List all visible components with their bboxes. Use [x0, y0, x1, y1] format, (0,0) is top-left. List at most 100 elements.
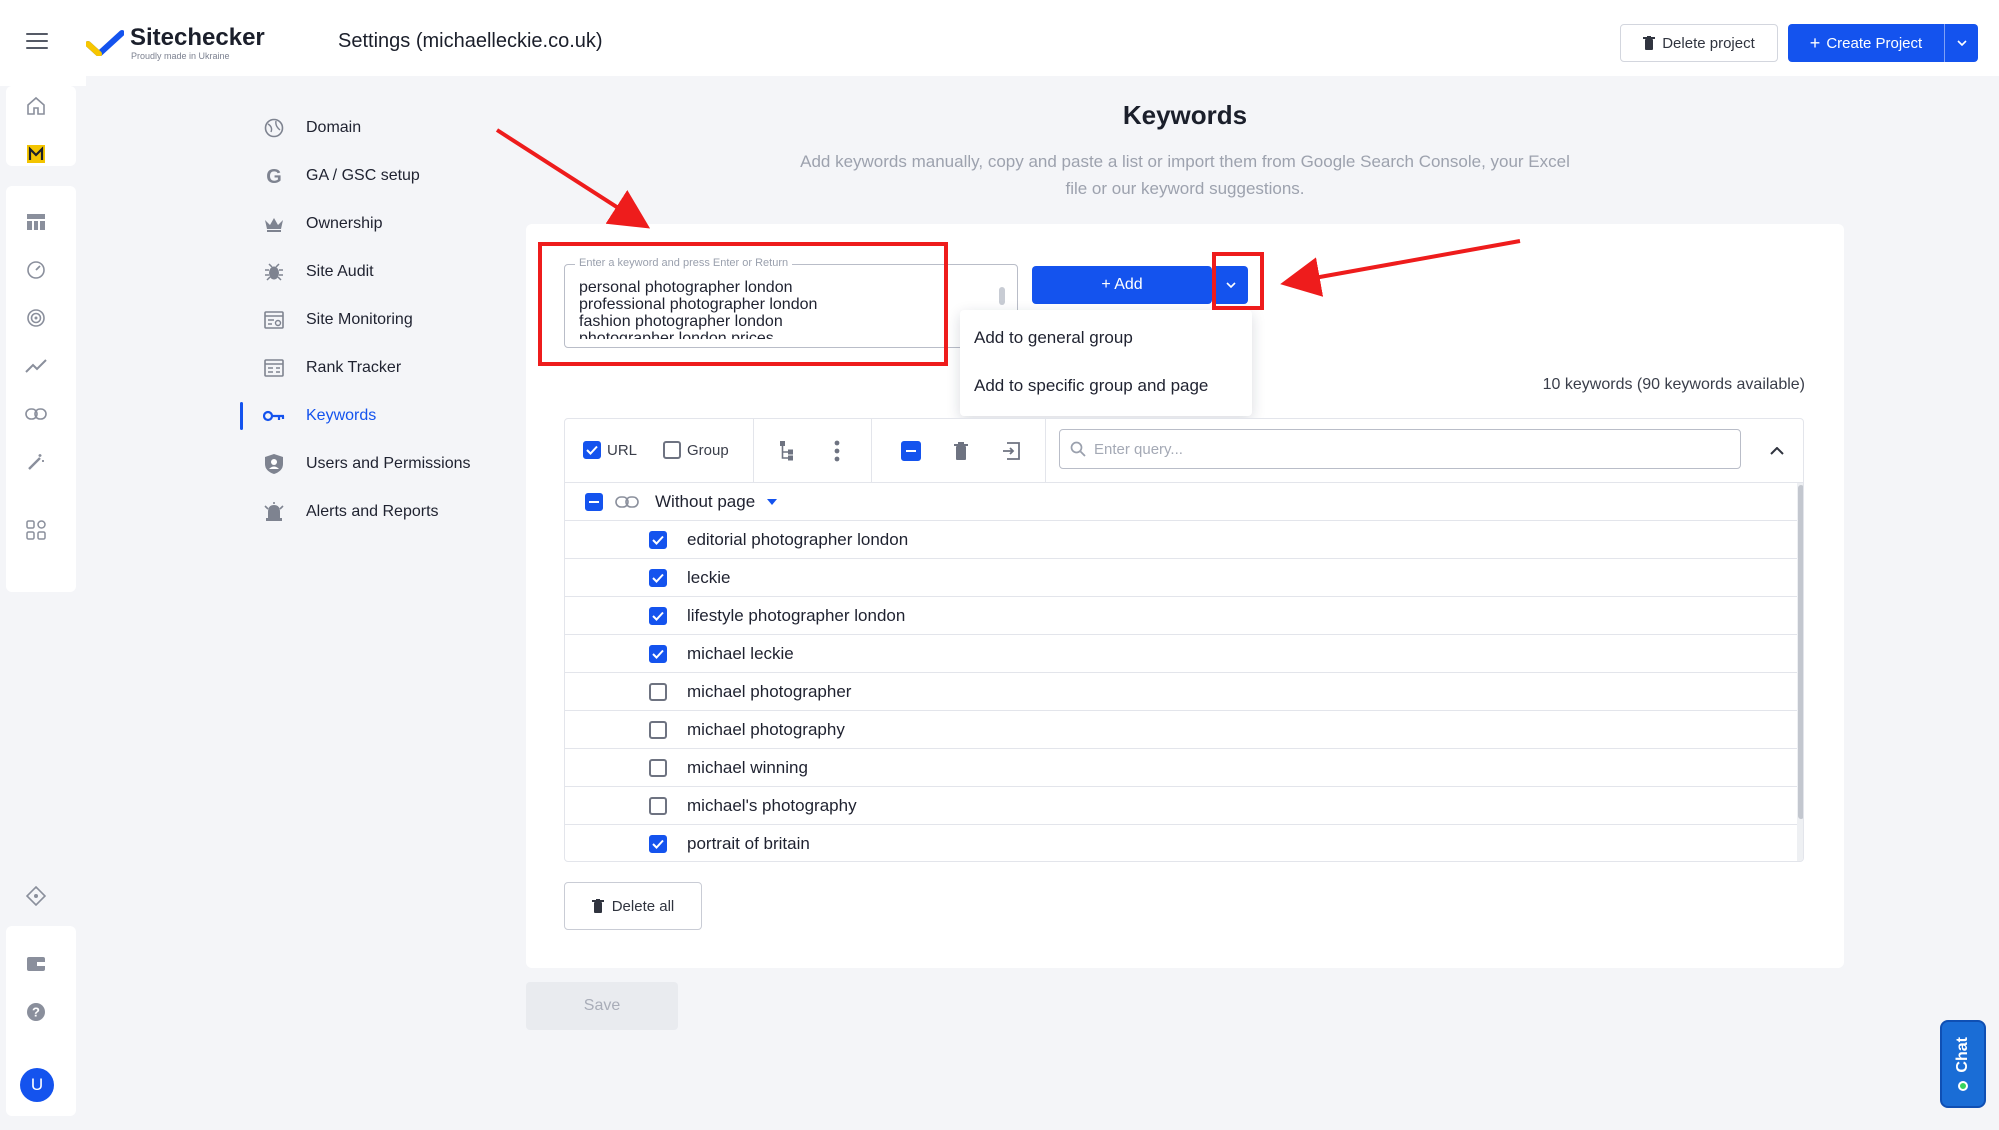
trash-icon	[1643, 36, 1656, 50]
chat-widget-button[interactable]: Chat	[1940, 1020, 1986, 1108]
settings-nav-rank-tracker[interactable]: Rank Tracker	[240, 344, 500, 392]
target-icon[interactable]	[24, 306, 48, 330]
row-checkbox[interactable]	[649, 644, 667, 663]
row-checkbox[interactable]	[649, 720, 667, 739]
keyword-text: lifestyle photographer london	[687, 605, 906, 625]
settings-nav-label: Users and Permissions	[306, 455, 471, 472]
table-row[interactable]: leckie	[565, 559, 1797, 597]
settings-nav-site-monitoring[interactable]: Site Monitoring	[240, 296, 500, 344]
keyword-text: michael winning	[687, 757, 808, 777]
diamond-icon[interactable]	[24, 884, 48, 908]
delete-project-label: Delete project	[1662, 34, 1755, 52]
link-icon[interactable]	[24, 402, 48, 426]
plus-icon: +	[1809, 33, 1821, 53]
search-icon	[1070, 441, 1086, 457]
group-row[interactable]: Without page	[565, 483, 1797, 521]
settings-nav-users[interactable]: Users and Permissions	[240, 440, 500, 488]
settings-nav-site-audit[interactable]: Site Audit	[240, 248, 500, 296]
add-to-general-group-option[interactable]: Add to general group	[960, 314, 1252, 362]
trash-icon[interactable]	[949, 439, 973, 463]
create-project-dropdown-toggle[interactable]	[1944, 24, 1978, 62]
deselect-all-icon[interactable]	[899, 439, 923, 463]
home-icon[interactable]	[24, 94, 48, 118]
rank-tracker-icon	[262, 356, 286, 380]
add-to-specific-group-option[interactable]: Add to specific group and page	[960, 362, 1252, 410]
svg-text:G: G	[266, 166, 282, 186]
group-toggle[interactable]: Group	[663, 441, 729, 459]
table-row[interactable]: lifestyle photographer london	[565, 597, 1797, 635]
delete-all-button[interactable]: Delete all	[564, 882, 702, 930]
table-row[interactable]: michael photographer	[565, 673, 1797, 711]
url-label: URL	[607, 441, 638, 459]
table-scrollbar-thumb[interactable]	[1798, 485, 1803, 819]
tree-structure-icon[interactable]	[775, 439, 799, 463]
row-checkbox[interactable]	[649, 568, 667, 587]
caret-down-icon[interactable]	[767, 498, 778, 505]
settings-nav-domain[interactable]: Domain	[240, 104, 500, 152]
avatar[interactable]: U	[20, 1068, 54, 1102]
group-select-checkbox[interactable]	[585, 492, 603, 511]
table-row[interactable]: editorial photographer london	[565, 521, 1797, 559]
keywords-table: URL Group Enter query... Without page ed…	[564, 418, 1804, 862]
magic-wand-icon[interactable]	[24, 450, 48, 474]
toolbar-divider	[753, 419, 754, 483]
table-row[interactable]: michael photography	[565, 711, 1797, 749]
delete-project-button[interactable]: Delete project	[1620, 24, 1778, 62]
query-search-box[interactable]	[1059, 429, 1741, 469]
row-checkbox[interactable]	[649, 796, 667, 815]
svg-text:?: ?	[32, 1005, 40, 1020]
chevron-up-icon	[1770, 447, 1784, 455]
settings-nav-keywords[interactable]: Keywords	[240, 392, 500, 440]
dropdown-highlight-box	[1212, 252, 1264, 310]
shield-user-icon	[262, 452, 286, 476]
table-row[interactable]: michael's photography	[565, 787, 1797, 825]
trend-icon[interactable]	[24, 354, 48, 378]
settings-nav-alerts[interactable]: Alerts and Reports	[240, 488, 500, 536]
keyword-input-scrollbar[interactable]	[999, 287, 1005, 305]
table-scrollbar[interactable]	[1797, 483, 1803, 861]
keyword-text: editorial photographer london	[687, 529, 909, 549]
add-button[interactable]: + Add	[1032, 266, 1212, 304]
move-icon[interactable]	[999, 439, 1023, 463]
row-checkbox[interactable]	[649, 835, 667, 853]
settings-nav-label: Site Monitoring	[306, 311, 413, 328]
help-icon[interactable]: ?	[24, 1000, 48, 1024]
table-row[interactable]: michael winning	[565, 749, 1797, 787]
url-checkbox[interactable]	[583, 441, 601, 459]
brand-logo[interactable]: Sitechecker Proudly made in Ukraine	[86, 22, 286, 64]
create-project-button[interactable]: + Create Project	[1788, 24, 1978, 62]
speed-icon[interactable]	[24, 258, 48, 282]
row-checkbox[interactable]	[649, 682, 667, 701]
row-checkbox[interactable]	[649, 606, 667, 625]
save-button[interactable]: Save	[526, 982, 678, 1030]
trash-icon	[591, 899, 604, 913]
table-row[interactable]: portrait of britain	[565, 825, 1797, 861]
wallet-icon[interactable]	[24, 952, 48, 976]
create-project-main[interactable]: + Create Project	[1788, 24, 1944, 62]
google-icon: G	[262, 164, 286, 188]
collapse-table-button[interactable]	[1763, 437, 1791, 465]
create-project-label: Create Project	[1826, 34, 1923, 52]
input-highlight-box	[538, 242, 948, 366]
project-logo-icon[interactable]	[24, 142, 48, 166]
query-search-input[interactable]	[1094, 438, 1714, 460]
url-toggle[interactable]: URL	[583, 441, 637, 459]
settings-nav-label: Alerts and Reports	[306, 503, 439, 520]
apps-icon[interactable]	[24, 518, 48, 542]
row-checkbox[interactable]	[649, 530, 667, 549]
settings-nav-label: GA / GSC setup	[306, 167, 420, 184]
keywords-title: Keywords	[1122, 100, 1248, 130]
keyword-text: portrait of britain	[687, 834, 810, 853]
group-checkbox[interactable]	[663, 441, 681, 459]
keyword-text: michael photography	[687, 719, 845, 739]
table-row[interactable]: michael leckie	[565, 635, 1797, 673]
keyword-text: michael photographer	[687, 681, 852, 701]
settings-nav-ownership[interactable]: Ownership	[240, 200, 500, 248]
keywords-subtitle: Add keywords manually, copy and paste a …	[800, 152, 1570, 198]
row-checkbox[interactable]	[649, 758, 667, 777]
more-vertical-icon[interactable]	[825, 439, 849, 463]
delete-all-label: Delete all	[611, 897, 675, 915]
menu-icon[interactable]	[26, 33, 48, 49]
settings-nav-ga-gsc[interactable]: G GA / GSC setup	[240, 152, 500, 200]
dashboard-icon[interactable]	[24, 210, 48, 234]
